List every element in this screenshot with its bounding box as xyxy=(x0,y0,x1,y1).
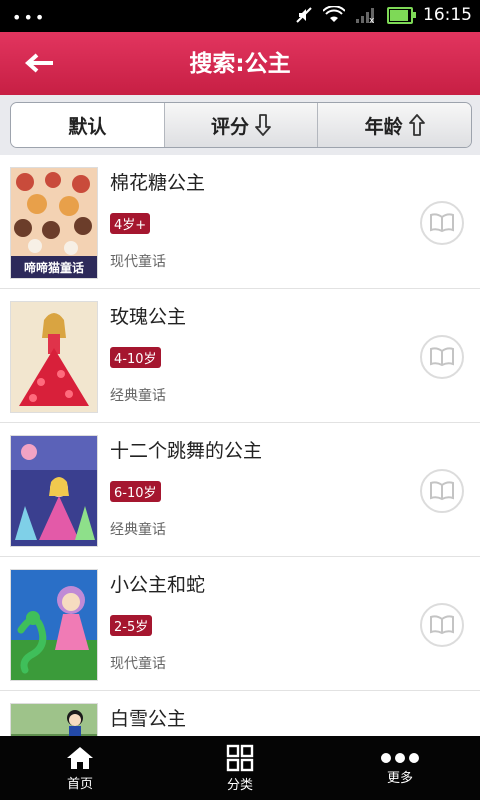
open-book-icon xyxy=(430,615,454,635)
nav-label: 更多 xyxy=(386,770,413,786)
svg-text:x: x xyxy=(369,16,375,24)
home-icon xyxy=(67,746,93,769)
book-category: 经典童话 xyxy=(110,388,166,404)
list-item[interactable]: 十二个跳舞的公主 6-10岁 经典童话 xyxy=(0,423,480,557)
arrow-down-icon xyxy=(255,114,271,136)
open-book-icon xyxy=(430,347,454,367)
sort-bar: 默认 评分 年龄 xyxy=(0,95,480,155)
book-category: 经典童话 xyxy=(110,522,166,538)
wifi-icon xyxy=(323,6,345,22)
read-button[interactable] xyxy=(420,469,464,513)
tab-default[interactable]: 默认 xyxy=(11,103,164,147)
cover-title: 啼啼猫童话 xyxy=(24,260,84,275)
arrow-up-icon xyxy=(408,114,425,136)
signal-icon: x xyxy=(356,8,375,24)
book-cover: 啼啼猫童话 xyxy=(10,167,98,279)
tab-rating[interactable]: 评分 xyxy=(163,103,318,147)
nav-home[interactable]: 首页 xyxy=(0,736,160,800)
clock: 16:15 xyxy=(423,5,472,25)
book-cover xyxy=(10,301,98,413)
read-button[interactable] xyxy=(420,201,464,245)
notification-dots-icon: ••• xyxy=(12,8,47,27)
tab-age[interactable]: 年龄 xyxy=(317,103,471,147)
grid-icon xyxy=(226,744,254,771)
book-title: 棉花糖公主 xyxy=(110,172,206,194)
open-book-icon xyxy=(430,481,454,501)
book-cover xyxy=(10,569,98,681)
more-icon xyxy=(381,752,419,763)
age-badge: 6-10岁 xyxy=(110,481,161,502)
list-item[interactable]: 小公主和蛇 2-5岁 现代童话 xyxy=(0,557,480,691)
book-cover xyxy=(10,435,98,547)
mute-icon xyxy=(296,7,312,23)
status-bar: ••• x 16:15 xyxy=(0,0,480,32)
book-title: 白雪公主 xyxy=(110,708,187,730)
sort-segmented-control: 默认 评分 年龄 xyxy=(10,102,472,148)
age-badge: 4-10岁 xyxy=(110,347,161,368)
book-title: 十二个跳舞的公主 xyxy=(110,440,263,462)
nav-label: 首页 xyxy=(66,776,93,792)
read-button[interactable] xyxy=(420,335,464,379)
book-title: 玫瑰公主 xyxy=(110,306,187,328)
nav-category[interactable]: 分类 xyxy=(160,736,320,800)
bottom-navigation: 首页 分类 更多 xyxy=(0,736,480,800)
list-item[interactable]: 白雪公主 xyxy=(0,691,480,736)
book-title: 小公主和蛇 xyxy=(110,574,206,596)
list-item[interactable]: 啼啼猫童话 棉花糖公主 4岁+ 现代童话 xyxy=(0,155,480,289)
search-results-list[interactable]: 啼啼猫童话 棉花糖公主 4岁+ 现代童话 玫瑰公主 4-10岁 经典童话 十二个… xyxy=(0,155,480,736)
tab-label: 默认 xyxy=(68,115,107,138)
tab-label: 评分 xyxy=(211,115,250,138)
battery-icon xyxy=(387,6,416,24)
age-badge: 4岁+ xyxy=(110,213,151,234)
tab-label: 年龄 xyxy=(364,115,403,138)
book-category: 现代童话 xyxy=(110,656,166,672)
age-badge: 2-5岁 xyxy=(110,615,153,636)
open-book-icon xyxy=(430,213,454,233)
book-category: 现代童话 xyxy=(110,254,166,270)
nav-more[interactable]: 更多 xyxy=(320,736,480,800)
list-item[interactable]: 玫瑰公主 4-10岁 经典童话 xyxy=(0,289,480,423)
app-header: 搜索:公主 xyxy=(0,32,480,96)
nav-label: 分类 xyxy=(226,777,253,793)
page-title: 搜索:公主 xyxy=(189,51,291,77)
read-button[interactable] xyxy=(420,603,464,647)
book-cover xyxy=(10,703,98,736)
status-icons: x 16:15 xyxy=(295,5,472,25)
